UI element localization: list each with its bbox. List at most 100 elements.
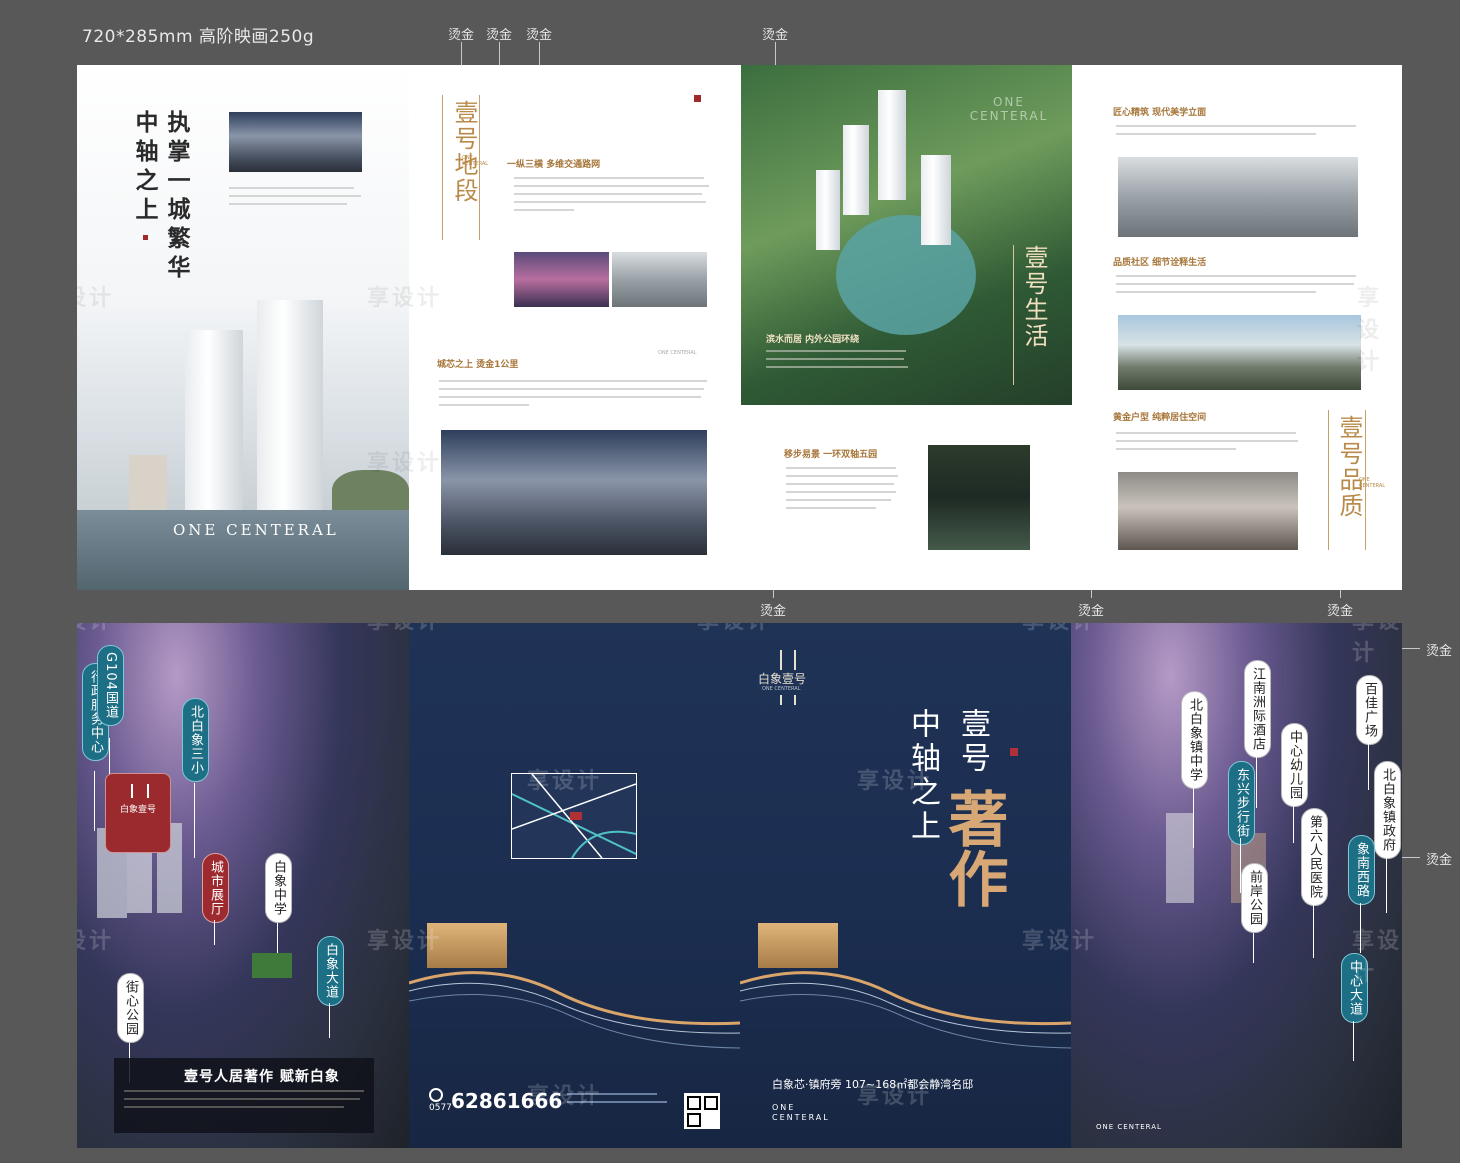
slogan: 壹号人居著作 赋新白象 <box>184 1069 340 1085</box>
watermark: 享设计 <box>527 769 603 794</box>
tower <box>878 90 906 200</box>
section-transport: 一纵三横 多维交通路网 <box>507 160 601 170</box>
gold-rule <box>1328 410 1329 550</box>
red-seal <box>694 95 701 102</box>
pin-line <box>1386 853 1387 913</box>
facade-text <box>1116 125 1356 141</box>
section-community: 品质社区 细节诠释生活 <box>1113 258 1207 268</box>
panel-aerial-left: 行政服务中心 G104国道 北白象三小 白象壹号 城市展厅 白象中学 白象大道 … <box>77 623 409 1148</box>
life-title: 壹号生活 <box>1020 245 1048 349</box>
waterfront-text <box>766 350 908 374</box>
section-layout: 黄金户型 纯粹居住空间 <box>1113 413 1207 423</box>
layout-text <box>1116 432 1298 456</box>
tag-north-middle-school: 北白象镇中学 <box>1181 691 1208 789</box>
phone-prefix: 0577 <box>429 1103 452 1113</box>
foil-note-1: 烫金 <box>448 28 475 43</box>
tag-town-government: 北白象镇政府 <box>1374 761 1401 859</box>
section-core: 城芯之上 烫金1公里 <box>437 360 519 370</box>
logo-mark <box>780 650 796 670</box>
tag-xiangnan-road: 象南西路 <box>1348 835 1375 905</box>
tag-kindergarten: 中心幼儿园 <box>1281 723 1308 807</box>
watermark: 享设计 <box>367 451 443 476</box>
quality-en: ONE CENTERAL <box>1359 477 1386 489</box>
spec-label: 720*285mm 高阶映画250g <box>82 27 315 47</box>
panel-quality: 匠心精筑 现代美学立面 品质社区 细节诠释生活 黄金户型 纯粹居住空间 壹号品质… <box>1073 65 1402 590</box>
pin-line <box>214 920 215 945</box>
pin-line <box>94 771 95 831</box>
slogan-text <box>124 1090 364 1114</box>
tower-left <box>185 330 243 520</box>
street-photo <box>514 252 609 307</box>
estate-en-watermark: ONE CENTERAL <box>969 95 1049 123</box>
tag-walking-street: 东兴步行街 <box>1228 761 1255 845</box>
tag-plaza: 百佳广场 <box>1356 675 1383 745</box>
qr-code[interactable] <box>684 1093 720 1129</box>
location-title: 壹号地段 <box>450 100 478 204</box>
watermark: 享设计 <box>857 769 933 794</box>
foil-note-9: 烫金 <box>1426 853 1453 868</box>
headline-main: 执掌一城繁华 <box>163 110 190 284</box>
mini-brand: ONE CENTERAL <box>658 350 697 356</box>
tag-school-3: 北白象三小 <box>182 698 209 782</box>
cover-title-a: 壹号 <box>955 708 990 776</box>
phone-icon <box>429 1088 443 1102</box>
qr-finder <box>687 1096 701 1110</box>
tag-baixiang-road: 白象大道 <box>317 936 344 1006</box>
sports-field <box>252 953 292 978</box>
tag-central-park: 街心公园 <box>117 973 144 1043</box>
panel-front-cover: 白象壹号 ONE CENTERAL 壹号 中轴之上 著作 白象芯·镇府旁 107… <box>740 623 1071 1148</box>
foil-note-3: 烫金 <box>526 28 553 43</box>
cover-logo-en: ONE CENTERAL <box>762 686 801 692</box>
gold-rule <box>1013 245 1014 385</box>
lake <box>836 215 976 335</box>
brand-wordmark: ONE CENTERAL <box>173 521 339 539</box>
panel-hero: 执掌一城繁华 中轴之上 ONE CENTERAL <box>77 65 409 590</box>
watermark: 享设计 <box>367 623 442 635</box>
bedroom-photo <box>1118 472 1298 550</box>
cover-logo: 白象壹号 <box>758 672 807 686</box>
panel-back-cover: 0577 62861666 <box>409 623 740 1148</box>
cover-title-big: 著作 <box>938 788 1008 908</box>
tower <box>1166 813 1194 903</box>
watermark: 享设计 <box>367 286 443 311</box>
location-en: ONE CENTERAL <box>462 155 489 167</box>
tag-hospital: 第六人民医院 <box>1301 808 1328 906</box>
marker-logo-text: 白象壹号 <box>119 805 156 815</box>
slogan-box: 壹号人居著作 赋新白象 <box>114 1058 374 1133</box>
pin-line <box>329 1003 330 1038</box>
landscape-text <box>786 467 898 515</box>
watermark: 享设计 <box>1352 929 1402 986</box>
panel-location: 壹号地段 ONE CENTERAL 一纵三横 多维交通路网 城芯之上 烫金1公里… <box>409 65 741 590</box>
watermark: 享设计 <box>77 286 115 311</box>
section-waterfront: 滨水而居 内外公园环绕 <box>766 335 860 345</box>
watermark: 享设计 <box>1357 286 1383 375</box>
building-photo <box>612 252 707 307</box>
pin-line <box>1256 748 1257 808</box>
red-seal <box>143 235 148 240</box>
watermark: 享设计 <box>857 1084 933 1109</box>
foil-note-6: 烫金 <box>1078 604 1105 619</box>
tower-right <box>257 300 323 520</box>
section-facade: 匠心精筑 现代美学立面 <box>1113 108 1207 118</box>
tower <box>843 125 869 215</box>
tag-exhibition-hall: 城市展厅 <box>202 853 229 923</box>
tag-hotel: 江南洲际酒店 <box>1244 660 1271 758</box>
foil-note-2: 烫金 <box>486 28 513 43</box>
logo-mark <box>131 784 149 798</box>
foil-note-4: 烫金 <box>762 28 789 43</box>
project-logo-marker: 白象壹号 <box>105 773 171 853</box>
city-photo <box>229 112 362 172</box>
pin-line <box>1253 933 1254 963</box>
foil-note-5: 烫金 <box>760 604 787 619</box>
pin-line <box>1353 1021 1354 1061</box>
pin-line <box>1293 793 1294 843</box>
watermark: 享设计 <box>1022 929 1098 954</box>
pin-line <box>1368 735 1369 790</box>
watermark: 享设计 <box>697 623 772 635</box>
intro-text-block <box>229 187 364 211</box>
watermark: 享设计 <box>77 623 114 635</box>
watermark: 享设计 <box>367 929 443 954</box>
logo-mark <box>780 695 796 705</box>
core-text <box>439 380 707 412</box>
gold-rule <box>1365 410 1366 550</box>
